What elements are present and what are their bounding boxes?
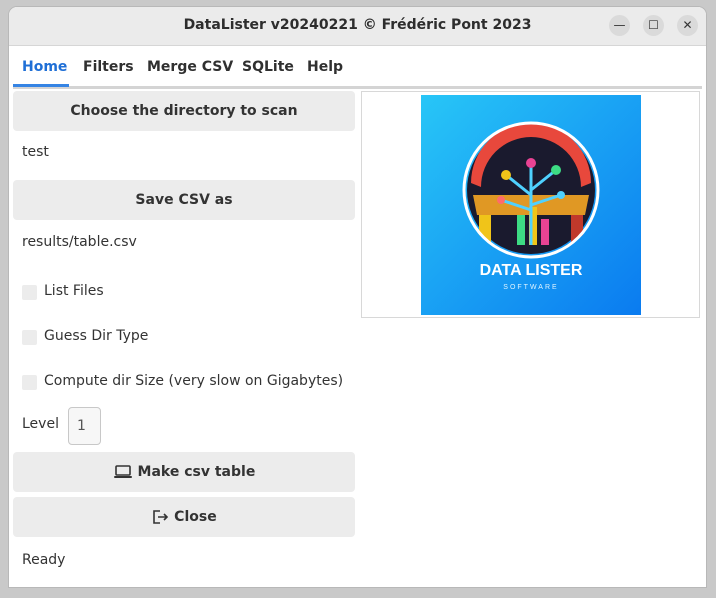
close-window-button[interactable]: ✕ <box>677 15 698 36</box>
minimize-icon: — <box>613 18 626 32</box>
exit-icon <box>151 509 174 525</box>
tab-sqlite[interactable]: SQLite <box>242 59 294 75</box>
close-label: Close <box>174 509 217 525</box>
logo-panel: DATA LISTER SOFTWARE <box>361 91 700 318</box>
tab-help[interactable]: Help <box>307 59 343 75</box>
checkbox-box[interactable] <box>22 285 37 300</box>
level-label: Level <box>22 416 59 432</box>
list-files-label: List Files <box>44 283 104 299</box>
make-csv-table-label: Make csv table <box>137 464 256 480</box>
tab-filters[interactable]: Filters <box>83 59 134 75</box>
maximize-icon: ☐ <box>648 18 659 32</box>
make-csv-table-button[interactable]: Make csv table <box>13 452 355 492</box>
tab-bar: Home Filters Merge CSV SQLite Help <box>13 46 702 89</box>
compute-dir-size-label: Compute dir Size (very slow on Gigabytes… <box>44 373 344 389</box>
status-text: Ready <box>22 552 66 568</box>
tab-merge-csv[interactable]: Merge CSV <box>147 59 233 75</box>
maximize-button[interactable]: ☐ <box>643 15 664 36</box>
minimize-button[interactable]: — <box>609 15 630 36</box>
window-title: DataLister v20240221 © Frédéric Pont 202… <box>183 17 532 33</box>
csv-path-value: results/table.csv <box>22 234 137 250</box>
directory-value: test <box>22 144 49 160</box>
checkbox-box[interactable] <box>22 375 37 390</box>
titlebar[interactable]: DataLister v20240221 © Frédéric Pont 202… <box>9 7 706 46</box>
tab-home[interactable]: Home <box>22 59 67 75</box>
save-csv-button[interactable]: Save CSV as <box>13 180 355 220</box>
logo-subtitle: SOFTWARE <box>503 284 558 291</box>
checkbox-box[interactable] <box>22 330 37 345</box>
guess-dir-type-label: Guess Dir Type <box>44 328 149 344</box>
close-icon: ✕ <box>682 18 693 32</box>
laptop-icon <box>113 464 138 480</box>
choose-directory-button[interactable]: Choose the directory to scan <box>13 91 355 131</box>
close-button[interactable]: Close <box>13 497 355 537</box>
active-tab-indicator <box>13 84 69 87</box>
logo-title: DATA LISTER <box>480 262 583 279</box>
level-spinbox[interactable]: 1 <box>68 407 101 445</box>
app-window: DataLister v20240221 © Frédéric Pont 202… <box>9 7 706 587</box>
data-lister-logo: DATA LISTER SOFTWARE <box>421 95 641 315</box>
